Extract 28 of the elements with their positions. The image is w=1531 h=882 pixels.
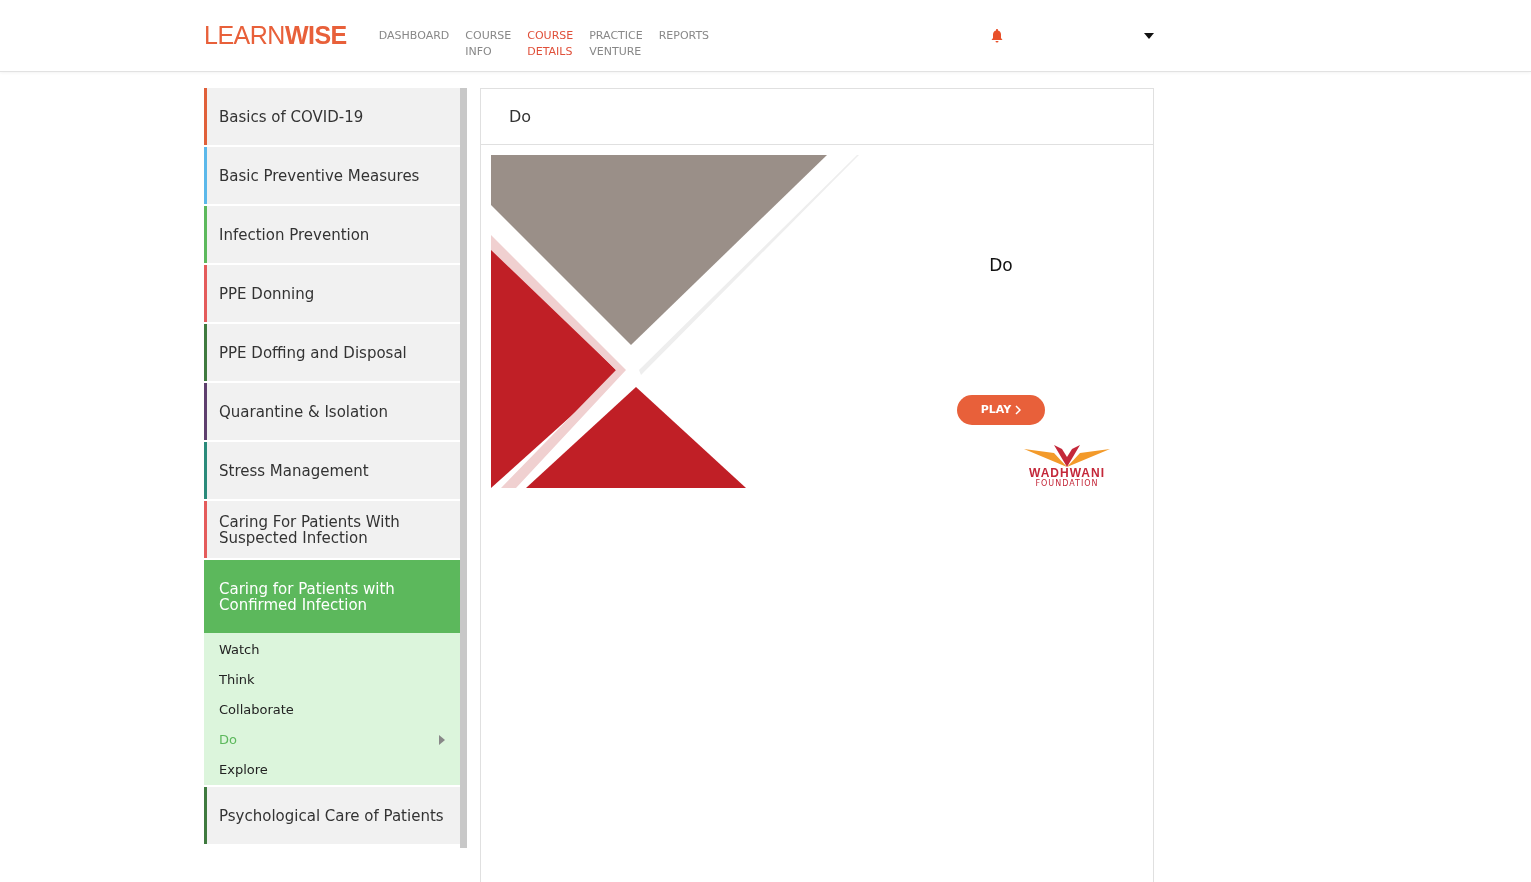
nav-link[interactable]: COURSE DETAILS — [527, 28, 574, 60]
nav-link[interactable]: COURSE INFO — [465, 28, 512, 60]
foundation-name: WADHWANI — [1029, 467, 1105, 479]
course-module-item[interactable]: Basics of COVID-19 — [204, 88, 460, 145]
nav-link[interactable]: PRACTICE VENTURE — [589, 28, 643, 60]
course-module-item[interactable]: Psychological Care of Patients — [204, 787, 460, 844]
chevron-right-icon — [1015, 404, 1022, 415]
course-module-item[interactable]: Caring For Patients With Suspected Infection — [204, 501, 460, 558]
lesson-step-item[interactable]: Collaborate — [204, 695, 460, 725]
nav-link[interactable]: DASHBOARD — [378, 28, 450, 60]
course-module-item[interactable]: Infection Prevention — [204, 206, 460, 263]
course-module-item[interactable]: PPE Doffing and Disposal — [204, 324, 460, 381]
foundation-logo-icon — [1024, 443, 1110, 467]
foundation-subtitle: FOUNDATION — [1035, 479, 1099, 489]
nav-link[interactable]: REPORTS — [658, 28, 710, 60]
lesson-step-item[interactable]: Explore — [204, 755, 460, 785]
scrollbar[interactable] — [460, 88, 467, 848]
course-module-item[interactable]: Basic Preventive Measures — [204, 147, 460, 204]
bell-icon[interactable] — [990, 27, 1004, 44]
course-module-item[interactable]: Stress Management — [204, 442, 460, 499]
lesson-step-item[interactable]: Think — [204, 665, 460, 695]
triangle-right-icon — [439, 735, 445, 745]
course-module-item[interactable]: Quarantine & Isolation — [204, 383, 460, 440]
banner-title: Do — [989, 254, 1013, 277]
course-module-item[interactable]: PPE Donning — [204, 265, 460, 322]
panel-title: Do — [481, 89, 1153, 145]
dropdown-caret-icon[interactable] — [1144, 32, 1154, 39]
lesson-step-item[interactable]: Watch — [204, 635, 460, 665]
